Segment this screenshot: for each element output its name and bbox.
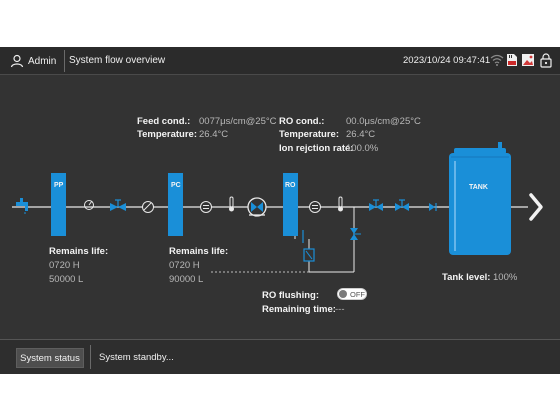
remaining-time-value: --- bbox=[335, 304, 345, 315]
concentrate-valve-icon bbox=[303, 248, 315, 262]
ro-filter-label: RO bbox=[285, 182, 296, 189]
flow-screen: Admin System flow overview 2023/10/24 09… bbox=[0, 47, 560, 374]
check-arrow-icon bbox=[429, 203, 437, 211]
feed-temp-value: 26.4°C bbox=[199, 129, 229, 140]
ro-flushing-label: RO flushing: bbox=[262, 290, 319, 301]
storage-tank[interactable] bbox=[449, 142, 511, 255]
ro-temp-label: Temperature: bbox=[279, 129, 340, 140]
next-page-arrow[interactable] bbox=[529, 193, 543, 221]
pc-remains-liters: 90000 L bbox=[169, 274, 204, 285]
feed-cond-label: Feed cond.: bbox=[137, 116, 191, 127]
ro-rejection-label: Ion rejction rate: bbox=[279, 143, 354, 154]
ro-rejection-value: 100.0% bbox=[346, 143, 379, 154]
bottom-bar: System status System standby... bbox=[0, 339, 560, 374]
ro-temp-value: 26.4°C bbox=[346, 129, 376, 140]
toggle-knob bbox=[339, 290, 347, 298]
pc-remains-hours: 0720 H bbox=[169, 260, 200, 271]
flush-valve-icon bbox=[350, 228, 361, 240]
tank-level-value: 100% bbox=[493, 272, 518, 283]
inlet-valve-icon bbox=[110, 199, 126, 211]
tank-valve-icon bbox=[395, 199, 409, 211]
product-thermometer-icon bbox=[338, 196, 343, 212]
flow-diagram bbox=[12, 142, 543, 368]
pp-remains-liters: 50000 L bbox=[49, 274, 84, 285]
footer-divider bbox=[90, 345, 91, 369]
remaining-time-label: Remaining time: bbox=[262, 304, 336, 315]
pp-remains-hours: 0720 H bbox=[49, 260, 80, 271]
check-valve-icon bbox=[142, 201, 154, 213]
product-flow-meter-icon bbox=[309, 201, 321, 213]
flow-meter-icon bbox=[200, 201, 212, 213]
pp-remains-label: Remains life: bbox=[49, 246, 109, 257]
pc-remains-label: Remains life: bbox=[169, 246, 229, 257]
inlet-faucet-icon bbox=[16, 198, 28, 214]
ro-flushing-toggle[interactable]: OFF bbox=[337, 288, 367, 300]
tank-level-label: Tank level: bbox=[442, 272, 491, 283]
feed-temp-label: Temperature: bbox=[137, 129, 198, 140]
pc-filter-label: PC bbox=[171, 182, 181, 189]
ro-cond-label: RO cond.: bbox=[279, 116, 325, 127]
pressure-gauge-icon bbox=[84, 200, 94, 210]
feed-cond-value: 0077μs/cm@25°C bbox=[199, 116, 277, 127]
system-status-text: System standby... bbox=[99, 352, 174, 363]
pump-icon bbox=[247, 197, 267, 217]
ro-cond-value: 00.0μs/cm@25°C bbox=[346, 116, 421, 127]
toggle-text: OFF bbox=[350, 290, 365, 299]
product-valve-icon bbox=[369, 199, 383, 211]
pp-filter-label: PP bbox=[54, 182, 64, 189]
thermometer-icon bbox=[229, 196, 234, 212]
tank-label: TANK bbox=[469, 184, 488, 191]
system-status-button[interactable]: System status bbox=[16, 348, 84, 368]
